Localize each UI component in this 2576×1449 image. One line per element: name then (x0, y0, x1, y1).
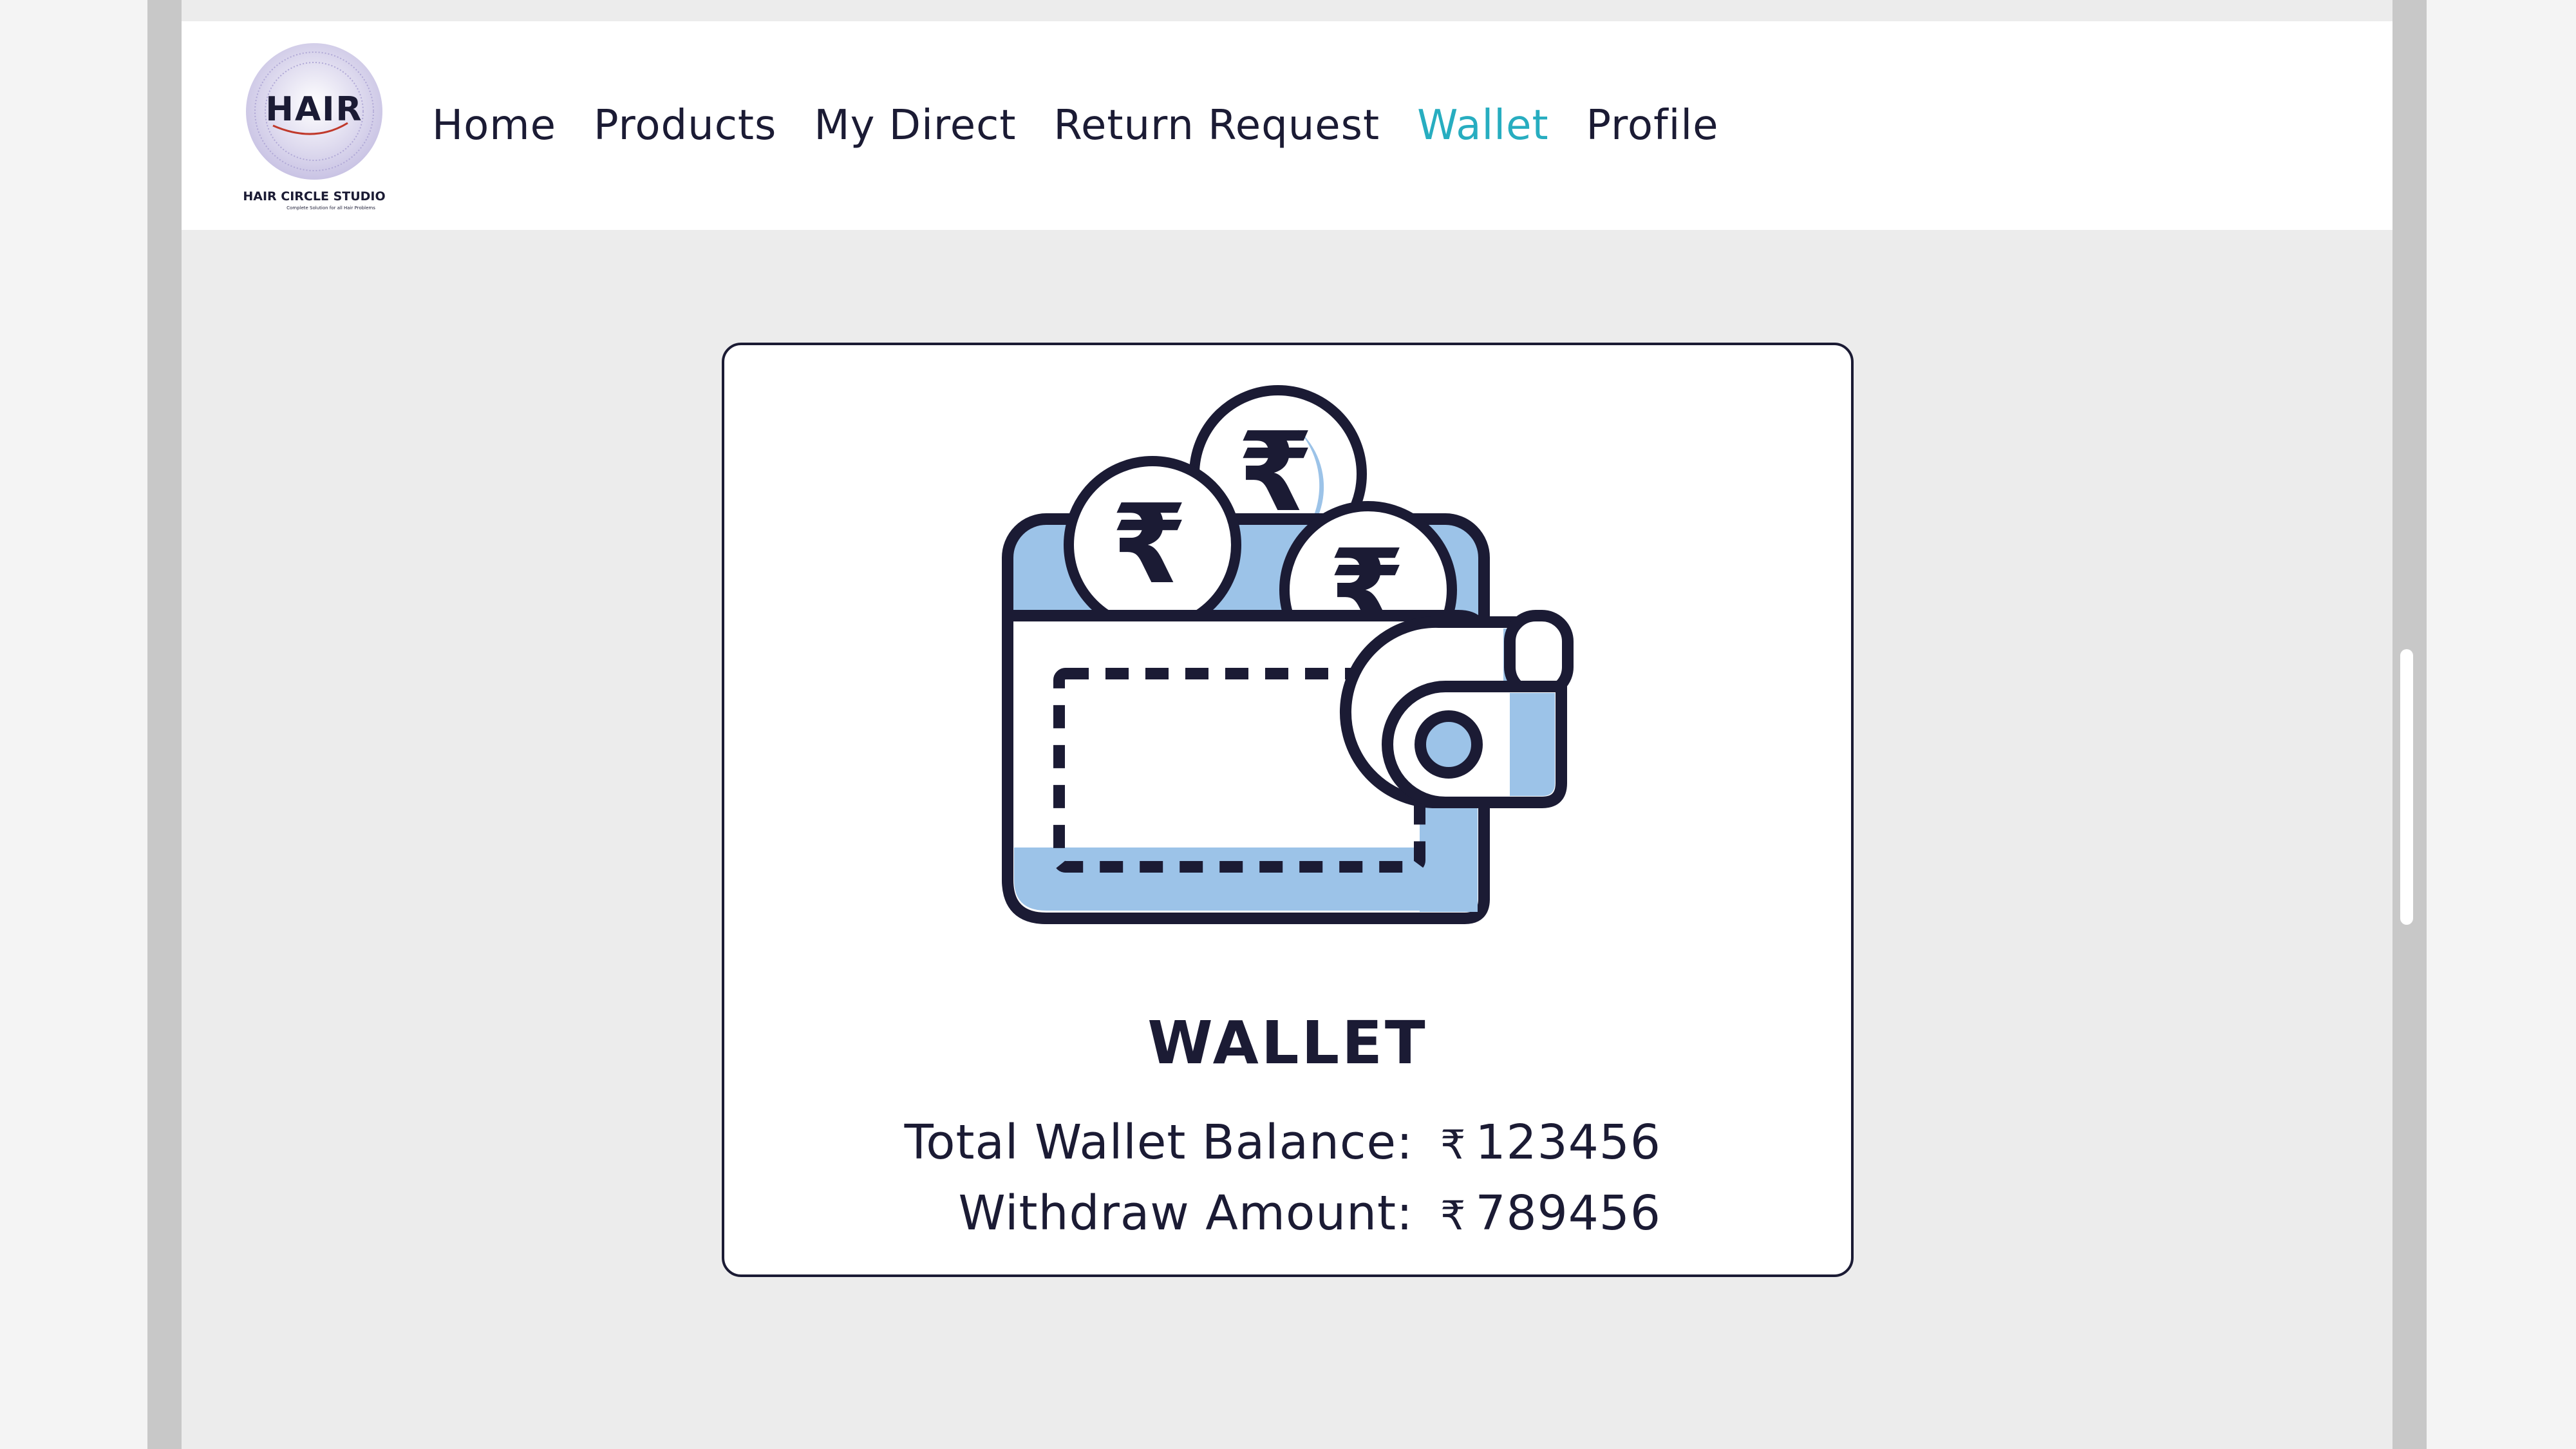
nav-item-home[interactable]: Home (432, 102, 556, 149)
withdraw-amount-row: Withdraw Amount: ₹789456 (724, 1186, 1851, 1256)
nav-menu: Home Products My Direct Return Request W… (432, 21, 1719, 230)
total-balance-label: Total Wallet Balance: (904, 1115, 1413, 1170)
rupee-icon: ₹ (1440, 1121, 1467, 1168)
svg-text:₹: ₹ (1111, 481, 1187, 609)
total-balance-row: Total Wallet Balance: ₹123456 (724, 1115, 1851, 1186)
wallet-card: ₹ ₹ ₹ WALLET Total Wallet Balance: ₹ 123… (722, 343, 1854, 1277)
total-balance-value: 123456 (1475, 1115, 1661, 1170)
nav-item-profile[interactable]: Profile (1586, 102, 1719, 149)
wallet-with-rupee-coins-icon: ₹ ₹ ₹ (1002, 385, 1574, 924)
nav-item-wallet[interactable]: Wallet (1417, 102, 1548, 149)
top-navbar: HAIR HAIR CIRCLE STUDIO Complete Solutio… (182, 21, 2393, 230)
logo-caption: HAIR CIRCLE STUDIO (243, 189, 385, 204)
wallet-title: WALLET (1147, 1009, 1428, 1077)
withdraw-amount-label: Withdraw Amount: (958, 1186, 1413, 1241)
total-balance-value-group: ₹123456 (1440, 1115, 1661, 1170)
logo-wordmark: HAIR (265, 90, 362, 129)
scrollbar-thumb[interactable] (2400, 649, 2413, 925)
logo-tagline: Complete Solution for all Hair Problems (287, 205, 375, 211)
rupee-icon: ₹ (1440, 1192, 1467, 1239)
hair-circle-studio-logo[interactable]: HAIR HAIR CIRCLE STUDIO Complete Solutio… (234, 41, 394, 214)
withdraw-amount-value-group: ₹789456 (1440, 1186, 1661, 1241)
nav-item-my-direct[interactable]: My Direct (814, 102, 1016, 149)
withdraw-amount-value: 789456 (1475, 1186, 1661, 1241)
app-screen: HAIR HAIR CIRCLE STUDIO Complete Solutio… (182, 0, 2393, 1449)
nav-item-return-request[interactable]: Return Request (1053, 102, 1380, 149)
nav-item-products[interactable]: Products (594, 102, 776, 149)
